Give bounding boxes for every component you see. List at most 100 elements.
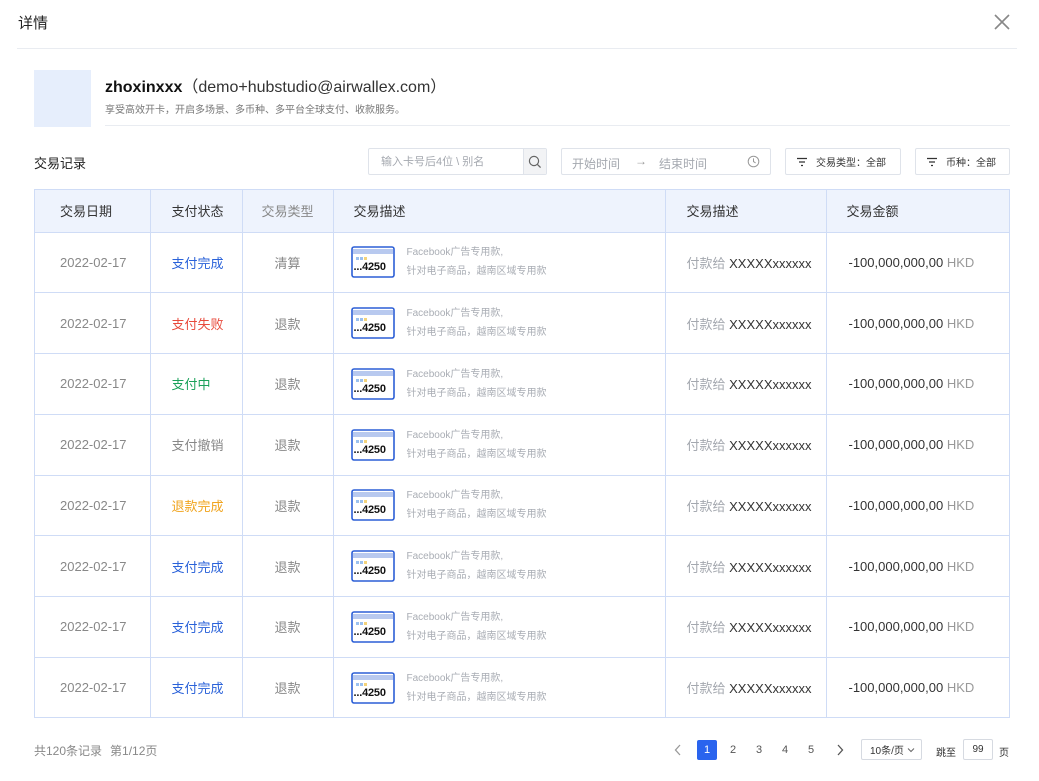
- cell-type: 退款: [242, 353, 334, 415]
- card-icon: ...4250: [350, 611, 395, 643]
- amount-value: -100,000,000,00: [848, 376, 944, 392]
- table-row[interactable]: 2022-02-17 支付完成 退款 ...4250 Facebook广告专用款, 针对电…: [35, 596, 1009, 658]
- cell-description: ...4250 Facebook广告专用款, 针对电子商品，越南区域专用款: [333, 596, 666, 658]
- prev-page-button[interactable]: [668, 740, 688, 760]
- page-5-button[interactable]: 5: [801, 740, 821, 760]
- transaction-type-filter[interactable]: 交易类型：全部: [785, 148, 901, 175]
- payee-prefix: 付款给: [686, 255, 726, 271]
- cell-payee: 付款给 XXXXXxxxxxx: [665, 292, 827, 354]
- cell-status: 支付完成: [150, 596, 243, 658]
- card-last4: ...4250: [353, 382, 386, 395]
- payee-prefix: 付款给: [686, 559, 726, 575]
- cell-amount: -100,000,000,00 HKD: [826, 292, 1009, 354]
- cell-date: 2022-02-17: [35, 353, 151, 415]
- page-1-button[interactable]: 1: [697, 740, 717, 760]
- jump-page-input[interactable]: [963, 739, 993, 760]
- card-icon: ...4250: [350, 489, 395, 522]
- cell-amount: -100,000,000,00 HKD: [826, 353, 1009, 415]
- column-header-description: 交易描述: [333, 190, 666, 233]
- card-last4: ...4250: [353, 261, 386, 274]
- table-row[interactable]: 2022-02-17 支付完成 清算 ...4250 Facebook广告专用款, 针对电…: [35, 232, 1009, 294]
- date-range-picker[interactable]: 开始时间 → 结束时间: [561, 148, 771, 175]
- description-line-1: Facebook广告专用款,: [406, 429, 504, 441]
- card-icon: ...4250: [350, 368, 395, 400]
- jump-label: 跳至: [936, 748, 956, 759]
- cell-amount: -100,000,000,00 HKD: [826, 414, 1009, 476]
- payee-prefix: 付款给: [686, 498, 726, 514]
- chevron-right-icon[interactable]: [836, 744, 844, 756]
- modal-header: 详情: [0, 0, 1039, 50]
- card-last4: ...4250: [353, 504, 386, 517]
- amount-value: -100,000,000,00: [848, 254, 944, 270]
- total-records: 共120条记录: [34, 744, 103, 758]
- search-icon[interactable]: [528, 155, 542, 169]
- user-name: zhoxinxxx: [105, 79, 183, 96]
- description-line-1: Facebook广告专用款,: [406, 368, 504, 380]
- card-last4: ...4250: [353, 443, 386, 456]
- table-row[interactable]: 2022-02-17 支付完成 退款 ...4250 Facebook广告专用款, 针对电…: [35, 535, 1009, 597]
- cell-amount: -100,000,000,00 HKD: [826, 535, 1009, 597]
- date-range-arrow: →: [635, 154, 647, 168]
- cell-type: 退款: [242, 535, 334, 597]
- description-line-2: 针对电子商品，越南区域专用款: [406, 509, 547, 521]
- table-row[interactable]: 2022-02-17 支付中 退款 ...4250 Facebook广告专用款, 针对电子…: [35, 353, 1009, 415]
- user-title: zhoxinxxx（demo+hubstudio@airwallex.com）: [105, 73, 446, 97]
- chevron-left-icon[interactable]: [674, 744, 682, 756]
- description-line-2: 针对电子商品，越南区域专用款: [406, 327, 547, 339]
- search-input[interactable]: [369, 149, 523, 174]
- description-line-1: Facebook广告专用款,: [406, 247, 504, 259]
- search-button[interactable]: [523, 149, 546, 174]
- search-box: [368, 148, 547, 175]
- cell-date: 2022-02-17: [35, 414, 151, 476]
- cell-date: 2022-02-17: [35, 475, 151, 537]
- payee-name: XXXXXxxxxxx: [729, 498, 812, 514]
- column-header-payee: 交易描述: [665, 190, 827, 233]
- pagination: 1 2 3 4 5: [668, 740, 850, 760]
- payee-name: XXXXXxxxxxx: [729, 377, 812, 393]
- cell-date: 2022-02-17: [35, 292, 151, 354]
- column-header-type: 交易类型: [242, 190, 334, 233]
- cell-description: ...4250 Facebook广告专用款, 针对电子商品，越南区域专用款: [333, 535, 666, 597]
- amount-value: -100,000,000,00: [848, 497, 944, 513]
- cell-amount: -100,000,000,00 HKD: [826, 475, 1009, 537]
- cell-type: 退款: [242, 292, 334, 354]
- card-last4: ...4250: [353, 565, 386, 578]
- payee-prefix: 付款给: [686, 438, 726, 454]
- close-icon[interactable]: [990, 10, 1014, 34]
- close-button[interactable]: [990, 10, 1014, 34]
- amount-value: -100,000,000,00: [848, 619, 944, 635]
- page-4-button[interactable]: 4: [775, 740, 795, 760]
- pagination-summary: 共120条记录 第1/12页: [34, 742, 157, 759]
- next-page-button[interactable]: [830, 740, 850, 760]
- page-size-select[interactable]: 10条/页: [861, 739, 922, 760]
- amount-currency: HKD: [946, 437, 975, 453]
- cell-status: 支付失败: [150, 292, 243, 354]
- column-header-date: 交易日期: [35, 190, 151, 233]
- amount-value: -100,000,000,00: [848, 680, 944, 696]
- table-row[interactable]: 2022-02-17 支付完成 退款 ...4250 Facebook广告专用款, 针对电…: [35, 657, 1009, 718]
- card-icon: ...4250: [350, 428, 395, 461]
- cell-amount: -100,000,000,00 HKD: [826, 596, 1009, 658]
- table-row[interactable]: 2022-02-17 支付撤销 退款 ...4250 Facebook广告专用款, 针对电…: [35, 414, 1009, 476]
- payee-name: XXXXXxxxxxx: [729, 438, 812, 454]
- description-line-2: 针对电子商品，越南区域专用款: [406, 630, 547, 642]
- chevron-down-icon: [907, 747, 915, 752]
- amount-currency: HKD: [946, 254, 975, 270]
- table-row[interactable]: 2022-02-17 支付失败 退款 ...4250 Facebook广告专用款, 针对电…: [35, 292, 1009, 354]
- page-2-button[interactable]: 2: [723, 740, 743, 760]
- payee-prefix: 付款给: [686, 681, 726, 697]
- amount-currency: HKD: [946, 680, 975, 696]
- table-row[interactable]: 2022-02-17 退款完成 退款 ...4250 Facebook广告专用款, 针对电…: [35, 475, 1009, 537]
- currency-filter[interactable]: 币种：全部: [915, 148, 1010, 175]
- date-end-input[interactable]: 结束时间: [659, 155, 707, 172]
- cell-date: 2022-02-17: [35, 657, 151, 718]
- section-title: 交易记录: [34, 156, 87, 171]
- description-line-1: Facebook广告专用款,: [406, 308, 504, 320]
- table-header-row: 交易日期 支付状态 交易类型 交易描述 交易描述 交易金额: [35, 190, 1009, 233]
- column-header-status: 支付状态: [150, 190, 243, 233]
- cell-payee: 付款给 XXXXXxxxxxx: [665, 596, 827, 658]
- page-3-button[interactable]: 3: [749, 740, 769, 760]
- date-start-input[interactable]: 开始时间: [572, 155, 620, 172]
- amount-currency: HKD: [946, 315, 975, 331]
- amount-value: -100,000,000,00: [848, 558, 944, 574]
